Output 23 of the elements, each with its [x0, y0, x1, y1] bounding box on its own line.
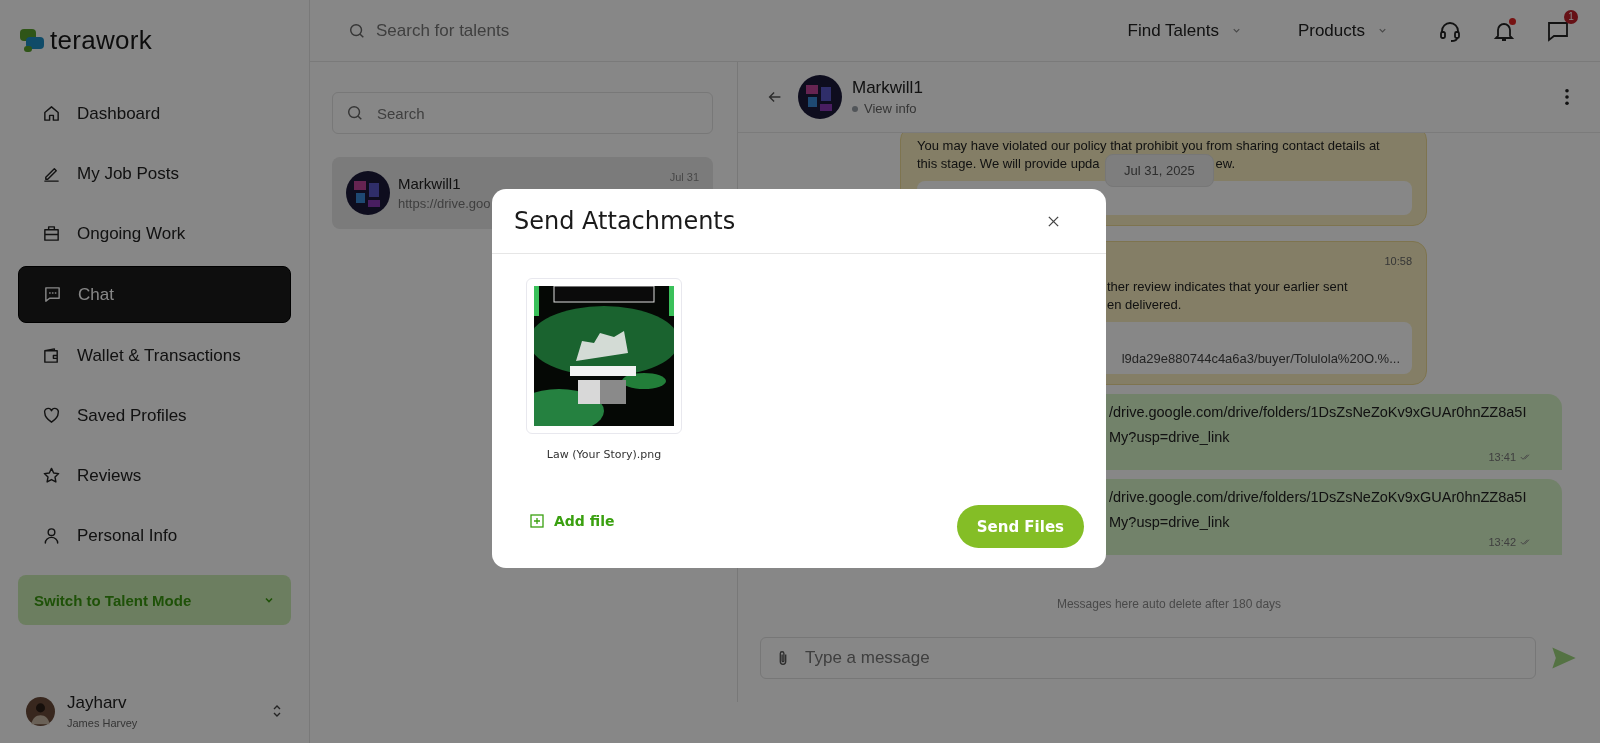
message-time: 10:58: [1384, 254, 1412, 269]
message-time: 13:41: [1488, 450, 1516, 464]
message-preview: https://drive.goo: [398, 196, 492, 211]
message-text: /drive.google.com/drive/folders/1DsZsNeZoKv9xGUAr0hnZZ8a5I: [1109, 488, 1527, 507]
file-name: Law (Your Story).png: [546, 448, 662, 461]
message-text: this stage. We will provide upda: [917, 155, 1100, 173]
message-text: ew.: [1215, 155, 1236, 173]
contact-name: Markwill1: [852, 78, 923, 98]
message-text: My?usp=drive_link: [1109, 513, 1230, 532]
message-text: /drive.google.com/drive/folders/1DsZsNeZoKv9xGUAr0hnZZ8a5I: [1109, 403, 1527, 422]
message-time: 13:42: [1488, 535, 1516, 549]
user-full-name: James Harvey: [67, 717, 139, 729]
brand-name: terawork: [50, 24, 153, 56]
retention-note: Messages here auto delete after 180 days: [1055, 597, 1283, 611]
date-chip: Jul 31, 2025: [1105, 154, 1214, 187]
message-text: You may have violated our policy that prohibit you from sharing contact details at: [917, 137, 1380, 155]
message-count-badge: 1: [1564, 9, 1578, 24]
user-name: Jayharv: [67, 693, 128, 713]
message-text: en delivered.: [1107, 296, 1182, 314]
dialog-title: Send Attachments: [514, 207, 736, 235]
message-text: ther review indicates that your earlier sent: [1107, 278, 1348, 296]
message-text: My?usp=drive_link: [1109, 428, 1230, 447]
contact-name: Markwill1: [398, 175, 462, 192]
